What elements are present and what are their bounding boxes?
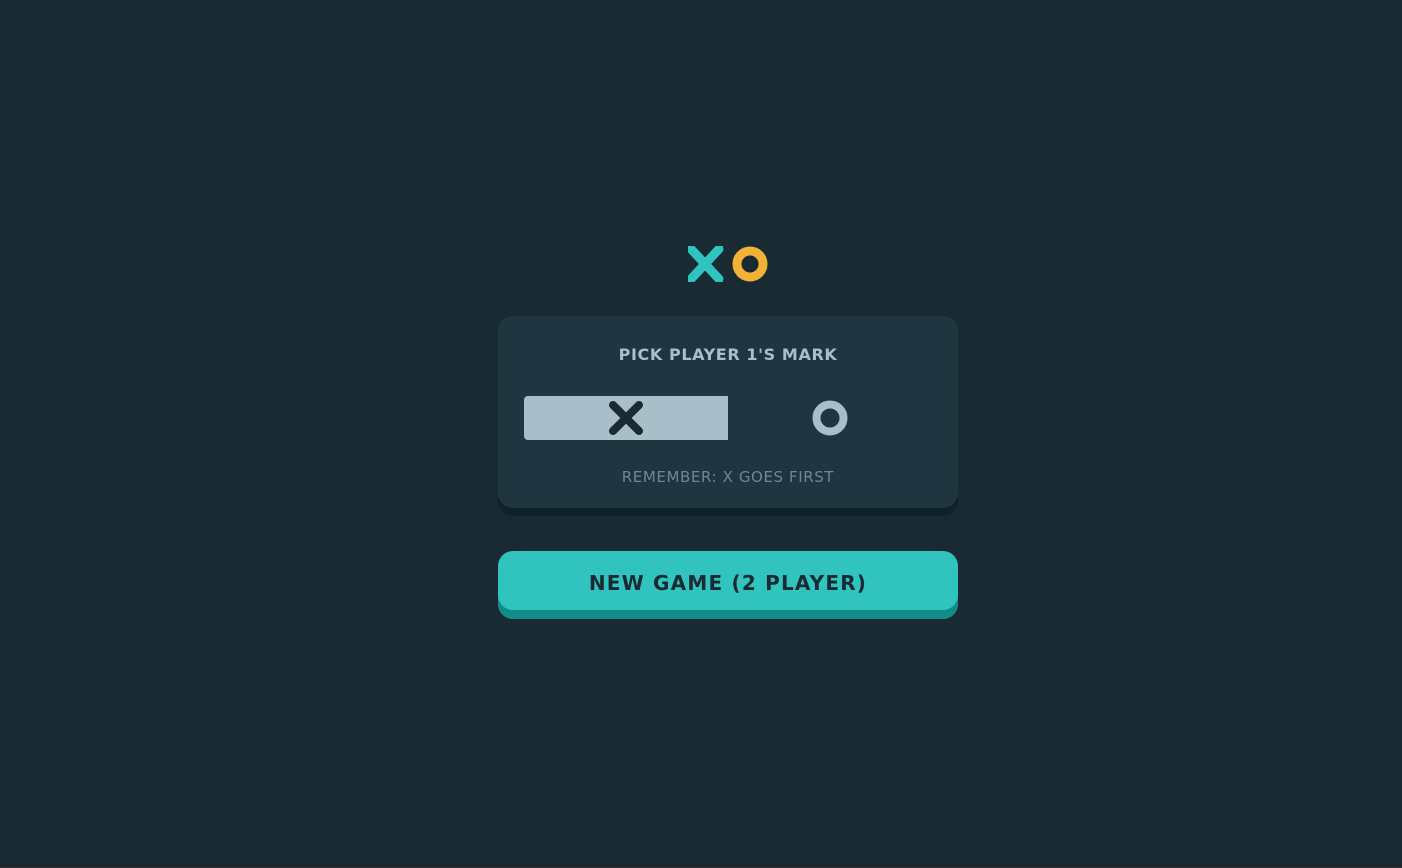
o-mark-icon [812, 400, 848, 436]
mark-picker-hint: REMEMBER: X GOES FIRST [621, 468, 835, 486]
x-mark-icon [609, 401, 643, 435]
mark-picker-title: PICK PLAYER 1'S MARK [618, 345, 838, 364]
new-game-button[interactable]: NEW GAME (2 PLAYER) [498, 551, 958, 619]
new-game-label: NEW GAME (2 PLAYER) [588, 571, 868, 595]
app-logo [688, 246, 770, 282]
mark-option-o[interactable] [728, 396, 932, 440]
o-mark-icon [732, 246, 768, 282]
logo-graphic [688, 246, 768, 282]
x-mark-icon [688, 246, 724, 282]
mark-picker-card: PICK PLAYER 1'S MARK REMEMBER: X GOES FI… [498, 316, 958, 516]
mark-option-x[interactable] [524, 396, 728, 440]
game-menu-screen: PICK PLAYER 1'S MARK REMEMBER: X GOES FI… [0, 0, 1402, 868]
mark-toggle [524, 396, 932, 440]
